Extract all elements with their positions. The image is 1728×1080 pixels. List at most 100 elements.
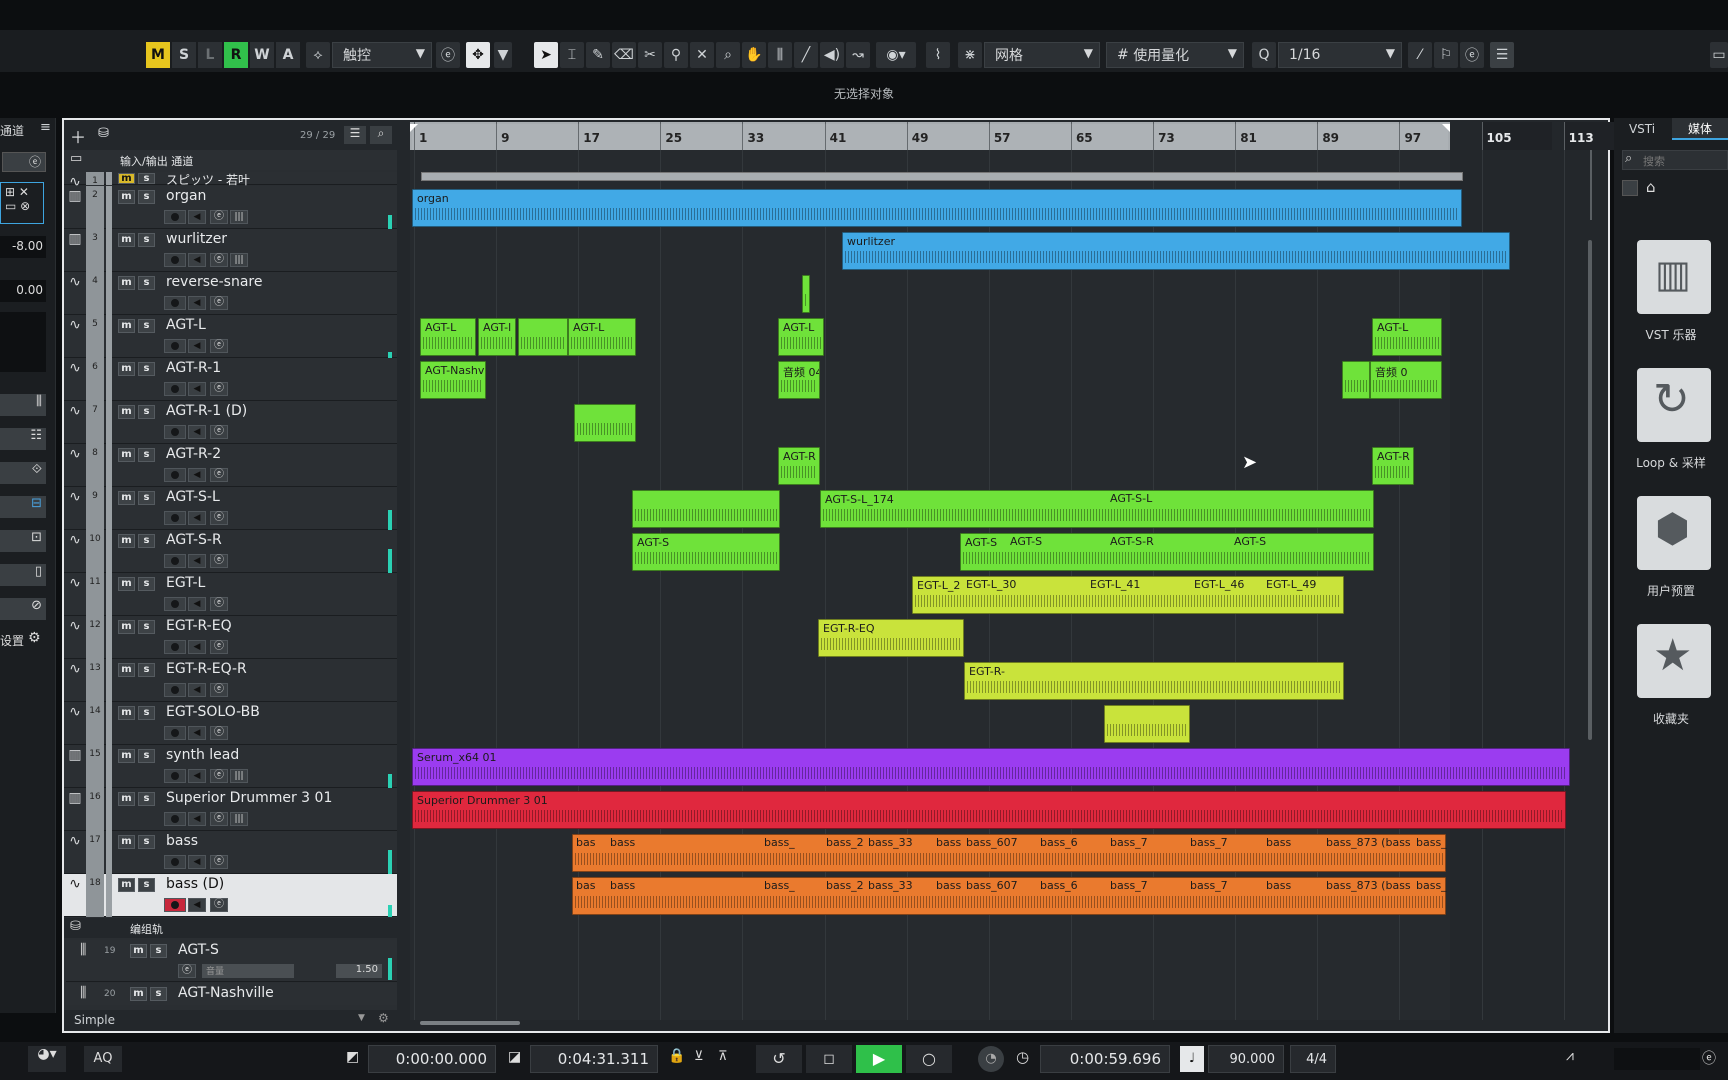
media-search-input[interactable]: ⌕ 搜索 (1622, 150, 1728, 170)
midi-part[interactable]: wurlitzer (842, 232, 1510, 270)
track-toggle[interactable] (118, 597, 135, 611)
mute-button[interactable]: m (118, 534, 135, 548)
palette-icon[interactable]: ◕▾ (28, 1046, 66, 1072)
instrument-button[interactable]: ||| (230, 210, 248, 224)
range-tool-icon[interactable]: ⌶ (560, 42, 584, 68)
edit-button[interactable]: ⓔ (210, 339, 228, 353)
monitor-button[interactable]: ◀ (188, 468, 206, 482)
comp-icon[interactable]: ⫼ (768, 42, 792, 68)
mode-r-button[interactable]: R (224, 42, 248, 68)
midi-part[interactable]: Serum_x64 01 (412, 748, 1570, 786)
settings-label[interactable]: 设置 (0, 632, 24, 649)
track-row[interactable]: ▥ 2 m s organ ◀ ⓔ ||| (64, 186, 397, 229)
instrument-button[interactable]: ||| (230, 769, 248, 783)
quantize-select[interactable]: # 使用量化 ▼ (1106, 42, 1244, 68)
track-toggle[interactable] (118, 468, 135, 482)
track-row[interactable]: ∿ 1 m s スピッツ - 若叶 (64, 172, 397, 190)
mute-button[interactable]: m (118, 448, 135, 462)
q-icon[interactable]: Q (1252, 42, 1276, 68)
cycle-button[interactable]: ↺ (756, 1045, 802, 1073)
checkbox[interactable] (1622, 180, 1638, 196)
track-row[interactable]: ∿ 8 m s AGT-R-2 ◀ ⓔ (64, 444, 397, 487)
inspector-section-5[interactable]: ⊡ (0, 530, 46, 552)
solo-button[interactable]: s (138, 749, 155, 763)
mode-l-button[interactable]: L (198, 42, 222, 68)
monitor-button[interactable]: ◀ (188, 554, 206, 568)
track-row[interactable]: ▥ 16 m s Superior Drummer 3 01 ◀ ⓔ ||| (64, 788, 397, 831)
inspector-section-4[interactable]: ⊟ (0, 496, 46, 518)
record-enable-button[interactable] (164, 382, 186, 396)
audio-event[interactable]: EGT-R-EQ (818, 619, 964, 657)
snap-type-select[interactable]: 网格 ▼ (984, 42, 1100, 68)
mode-m-button[interactable]: M (146, 42, 170, 68)
pan-value[interactable]: 0.00 (0, 280, 46, 302)
track-row[interactable]: ∿ 10 m s AGT-S-R ◀ ⓔ (64, 530, 397, 573)
left-locator-icon[interactable]: ◩ (346, 1049, 359, 1065)
mode-a-button[interactable]: A (276, 42, 300, 68)
monitor-button[interactable]: ◀ (188, 382, 206, 396)
mute-button[interactable]: m (118, 620, 135, 634)
vertical-scrollbar[interactable] (1588, 240, 1592, 740)
inspector-slot[interactable] (0, 312, 46, 372)
record-enable-button[interactable] (164, 683, 186, 697)
punch-out-icon[interactable]: ⊼ (718, 1049, 728, 1064)
edit-button[interactable]: ⓔ (210, 511, 228, 525)
mute-button[interactable]: m (118, 319, 135, 333)
color-icon[interactable]: ◉▾ (876, 42, 916, 68)
solo-button[interactable]: s (150, 944, 167, 958)
record-enable-button[interactable] (164, 855, 186, 869)
cycle-region[interactable] (412, 124, 1448, 150)
track-row[interactable]: ∿ 13 m s EGT-R-EQ-R ◀ ⓔ (64, 659, 397, 702)
punch-in-icon[interactable]: ⊻ (694, 1049, 704, 1064)
solo-button[interactable]: s (138, 491, 155, 505)
home-icon[interactable]: ⌂ (1646, 178, 1656, 196)
inspector-section-6[interactable]: ▯ (0, 564, 46, 586)
mute-button[interactable]: m (118, 663, 135, 677)
edit-button[interactable]: ⓔ (210, 855, 228, 869)
mute-button[interactable]: m (118, 706, 135, 720)
play-tool-icon[interactable]: ◀) (820, 42, 844, 68)
monitor-button[interactable]: ◀ (188, 898, 206, 912)
pencil-icon[interactable]: ✎ (586, 42, 610, 68)
vst-instruments-tile[interactable]: ▥ (1637, 240, 1711, 314)
edit-icon[interactable]: ⓔ (1702, 1048, 1716, 1068)
monitor-button[interactable]: ◀ (188, 296, 206, 310)
record-enable-button[interactable] (164, 468, 186, 482)
left-locator-time[interactable]: 0:00:00.000 (368, 1045, 496, 1073)
mute-button[interactable]: m (118, 749, 135, 763)
track-row[interactable]: ▥ 3 m s wurlitzer ◀ ⓔ ||| (64, 229, 397, 272)
audio-event[interactable]: AGT-S-L_174 (820, 490, 1374, 528)
play-button[interactable]: ▶ (856, 1045, 902, 1073)
track-row[interactable]: ∿ 14 m s EGT-SOLO-BB ◀ ⓔ (64, 702, 397, 745)
track-toggle[interactable] (118, 425, 135, 439)
line-tool-icon[interactable]: ╱ (794, 42, 818, 68)
edit-button[interactable]: ⓔ (210, 468, 228, 482)
position-time[interactable]: 0:00:59.696 (1040, 1045, 1170, 1073)
mute-button[interactable]: m (130, 944, 147, 958)
record-enable-button[interactable] (164, 554, 186, 568)
edit-button[interactable]: ⓔ (210, 382, 228, 396)
edit-button[interactable]: ⓔ (210, 769, 228, 783)
solo-button[interactable]: s (138, 173, 155, 184)
chevron-down-icon[interactable]: ▼ (494, 42, 512, 68)
tab-media[interactable]: 媒体 (1672, 118, 1728, 140)
volume-slider[interactable]: 音量 (202, 964, 294, 978)
track-toggle[interactable] (118, 296, 135, 310)
track-row[interactable]: ∿ 9 m s AGT-S-L ◀ ⓔ (64, 487, 397, 530)
quantize-value-select[interactable]: 1/16 ▼ (1278, 42, 1402, 68)
locator-left-icon[interactable] (410, 124, 418, 132)
mute-button[interactable]: m (118, 362, 135, 376)
inspector-section-2[interactable]: ☷ (0, 428, 46, 450)
midi-part[interactable]: organ (412, 189, 1462, 227)
loops-samples-tile[interactable]: ↻ (1637, 368, 1711, 442)
audio-event[interactable] (802, 275, 810, 313)
audio-event[interactable]: AGT-L (1372, 318, 1442, 356)
mute-button[interactable]: m (118, 233, 135, 247)
mute-button[interactable]: m (118, 577, 135, 591)
mute-button[interactable]: m (118, 491, 135, 505)
record-enable-button[interactable] (164, 511, 186, 525)
monitor-button[interactable]: ◀ (188, 339, 206, 353)
group-track-row[interactable]: ⫼ 19 m s AGT-S ⓔ 音量 1.50 (66, 940, 397, 982)
track-row[interactable]: ∿ 5 m s AGT-L ◀ ⓔ (64, 315, 397, 358)
track-toggle[interactable] (118, 554, 135, 568)
